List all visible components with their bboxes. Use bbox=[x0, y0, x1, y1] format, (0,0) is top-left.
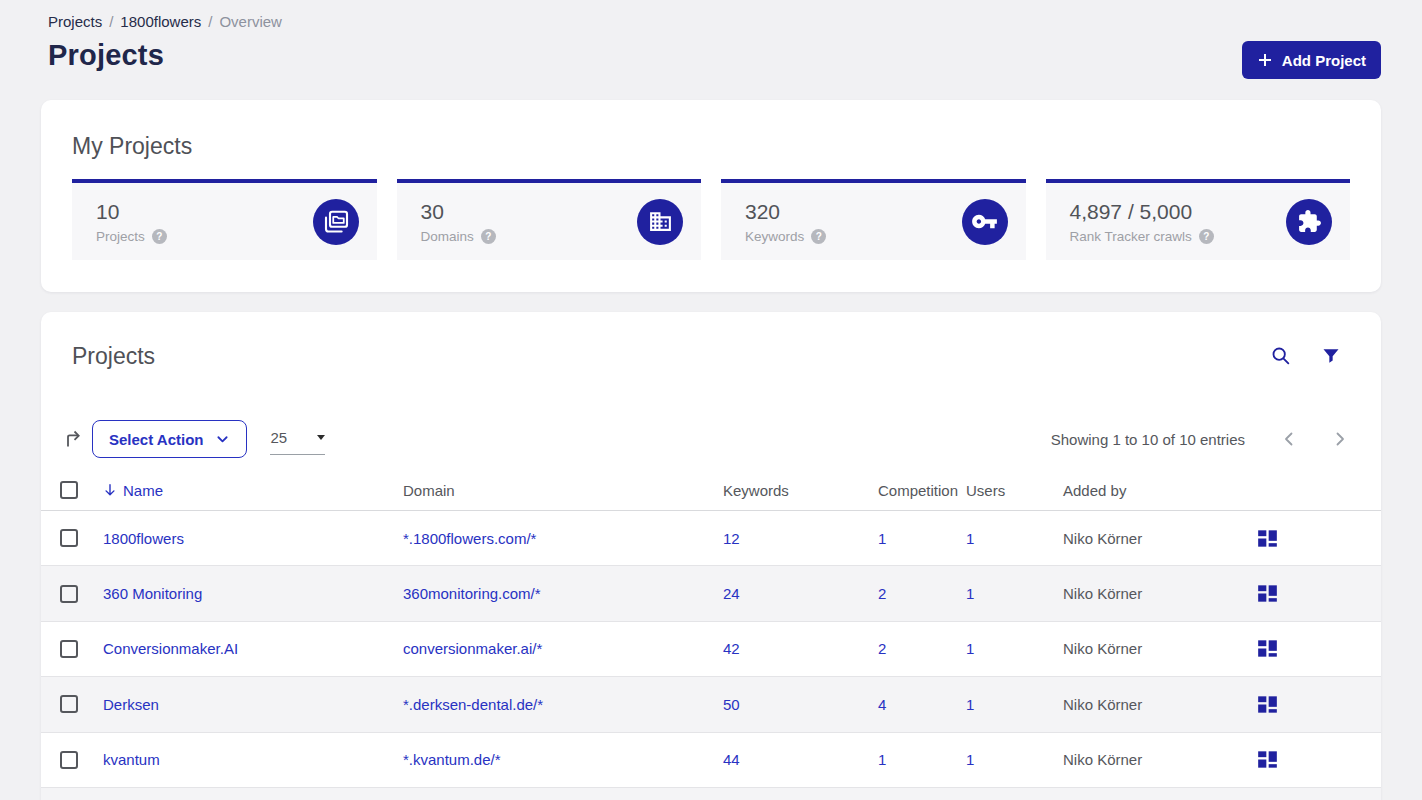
stat-label: Domains bbox=[421, 229, 474, 244]
stat-label: Rank Tracker crawls bbox=[1070, 229, 1192, 244]
page-size-select[interactable]: 25 bbox=[270, 423, 325, 455]
puzzle-icon bbox=[1286, 199, 1332, 245]
column-header-name[interactable]: Name bbox=[103, 482, 403, 499]
stat-value: 10 bbox=[96, 200, 167, 224]
column-header-added-by[interactable]: Added by bbox=[1063, 482, 1257, 499]
help-icon[interactable]: ? bbox=[152, 229, 167, 244]
keywords-count-link[interactable]: 50 bbox=[723, 696, 740, 713]
added-by-text: Niko Körner bbox=[1063, 751, 1257, 768]
added-by-text: Niko Körner bbox=[1063, 696, 1257, 713]
table-row: kvantum *.kvantum.de/* 44 1 1 Niko Körne… bbox=[41, 733, 1381, 788]
project-name-link[interactable]: Conversionmaker.AI bbox=[103, 640, 238, 657]
help-icon[interactable]: ? bbox=[1199, 229, 1214, 244]
sort-desc-icon bbox=[103, 483, 117, 497]
help-icon[interactable]: ? bbox=[481, 229, 496, 244]
export-icon[interactable] bbox=[62, 427, 86, 451]
stat-value: 4,897 / 5,000 bbox=[1070, 200, 1214, 224]
keywords-count-link[interactable]: 44 bbox=[723, 751, 740, 768]
project-name-link[interactable]: 360 Monitoring bbox=[103, 585, 202, 602]
competition-count-link[interactable]: 2 bbox=[878, 585, 886, 602]
project-name-link[interactable]: Derksen bbox=[103, 696, 159, 713]
added-by-text: Niko Körner bbox=[1063, 640, 1257, 657]
projects-stack-icon bbox=[313, 199, 359, 245]
project-domain-link[interactable]: *.derksen-dental.de/* bbox=[403, 696, 543, 713]
dashboard-grid-icon[interactable] bbox=[1257, 583, 1381, 604]
users-count-link[interactable]: 1 bbox=[966, 696, 974, 713]
project-name-link[interactable]: 1800flowers bbox=[103, 530, 184, 547]
breadcrumb-projects[interactable]: Projects bbox=[48, 13, 102, 30]
dashboard-grid-icon[interactable] bbox=[1257, 749, 1381, 770]
project-domain-link[interactable]: *.kvantum.de/* bbox=[403, 751, 501, 768]
chevron-right-icon[interactable] bbox=[1332, 431, 1348, 447]
table-row bbox=[41, 788, 1381, 800]
table-row: Conversionmaker.AI conversionmaker.ai/* … bbox=[41, 622, 1381, 677]
key-icon bbox=[962, 199, 1008, 245]
competition-count-link[interactable]: 4 bbox=[878, 696, 886, 713]
showing-entries-text: Showing 1 to 10 of 10 entries bbox=[1051, 431, 1245, 448]
competition-count-link[interactable]: 1 bbox=[878, 751, 886, 768]
project-domain-link[interactable]: conversionmaker.ai/* bbox=[403, 640, 542, 657]
column-header-competition[interactable]: Competition bbox=[878, 482, 966, 499]
users-count-link[interactable]: 1 bbox=[966, 751, 974, 768]
stat-value: 30 bbox=[421, 200, 496, 224]
project-name-link[interactable]: kvantum bbox=[103, 751, 160, 768]
added-by-text: Niko Körner bbox=[1063, 530, 1257, 547]
users-count-link[interactable]: 1 bbox=[966, 585, 974, 602]
stat-label: Keywords bbox=[745, 229, 804, 244]
page: Projects / 1800flowers / Overview Projec… bbox=[0, 0, 1422, 800]
row-checkbox[interactable] bbox=[60, 529, 78, 547]
my-projects-card: My Projects 10 Projects ? bbox=[41, 100, 1381, 292]
keywords-count-link[interactable]: 12 bbox=[723, 530, 740, 547]
project-domain-link[interactable]: *.1800flowers.com/* bbox=[403, 530, 536, 547]
row-checkbox[interactable] bbox=[60, 751, 78, 769]
stat-tile-projects: 10 Projects ? bbox=[72, 179, 377, 260]
breadcrumb-1800flowers[interactable]: 1800flowers bbox=[120, 13, 201, 30]
stat-value: 320 bbox=[745, 200, 826, 224]
column-header-keywords[interactable]: Keywords bbox=[723, 482, 878, 499]
select-action-dropdown[interactable]: Select Action bbox=[92, 420, 247, 458]
stat-tile-rank-tracker: 4,897 / 5,000 Rank Tracker crawls ? bbox=[1046, 179, 1351, 260]
row-checkbox[interactable] bbox=[60, 640, 78, 658]
breadcrumb-separator: / bbox=[208, 13, 212, 30]
projects-table-title: Projects bbox=[72, 343, 155, 370]
row-checkbox[interactable] bbox=[60, 695, 78, 713]
select-all-checkbox[interactable] bbox=[60, 481, 78, 499]
table-row: Derksen *.derksen-dental.de/* 50 4 1 Nik… bbox=[41, 677, 1381, 732]
filter-icon[interactable] bbox=[1321, 346, 1341, 366]
dashboard-grid-icon[interactable] bbox=[1257, 638, 1381, 659]
breadcrumb: Projects / 1800flowers / Overview bbox=[48, 13, 1381, 30]
competition-count-link[interactable]: 1 bbox=[878, 530, 886, 547]
chevron-left-icon[interactable] bbox=[1281, 431, 1297, 447]
keywords-count-link[interactable]: 24 bbox=[723, 585, 740, 602]
caret-down-icon bbox=[317, 435, 325, 440]
add-project-button[interactable]: Add Project bbox=[1242, 41, 1381, 79]
competition-count-link[interactable]: 2 bbox=[878, 640, 886, 657]
chevron-down-icon bbox=[215, 432, 230, 447]
table-header-row: Name Domain Keywords Competition Users A… bbox=[41, 470, 1381, 511]
building-icon bbox=[637, 199, 683, 245]
my-projects-title: My Projects bbox=[72, 133, 1350, 160]
column-header-domain[interactable]: Domain bbox=[403, 482, 723, 499]
help-icon[interactable]: ? bbox=[811, 229, 826, 244]
project-domain-link[interactable]: 360monitoring.com/* bbox=[403, 585, 541, 602]
plus-icon bbox=[1257, 52, 1273, 68]
stat-label: Projects bbox=[96, 229, 145, 244]
stat-tile-keywords: 320 Keywords ? bbox=[721, 179, 1026, 260]
projects-table-card: Projects Select Action bbox=[41, 312, 1381, 800]
users-count-link[interactable]: 1 bbox=[966, 640, 974, 657]
stat-tile-domains: 30 Domains ? bbox=[397, 179, 702, 260]
table-row: 1800flowers *.1800flowers.com/* 12 1 1 N… bbox=[41, 511, 1381, 566]
column-header-users[interactable]: Users bbox=[966, 482, 1063, 499]
page-title: Projects bbox=[48, 39, 164, 72]
breadcrumb-overview: Overview bbox=[219, 13, 282, 30]
row-checkbox[interactable] bbox=[60, 585, 78, 603]
users-count-link[interactable]: 1 bbox=[966, 530, 974, 547]
search-icon[interactable] bbox=[1270, 345, 1292, 367]
breadcrumb-separator: / bbox=[109, 13, 113, 30]
dashboard-grid-icon[interactable] bbox=[1257, 528, 1381, 549]
added-by-text: Niko Körner bbox=[1063, 585, 1257, 602]
table-row: 360 Monitoring 360monitoring.com/* 24 2 … bbox=[41, 566, 1381, 621]
dashboard-grid-icon[interactable] bbox=[1257, 694, 1381, 715]
keywords-count-link[interactable]: 42 bbox=[723, 640, 740, 657]
